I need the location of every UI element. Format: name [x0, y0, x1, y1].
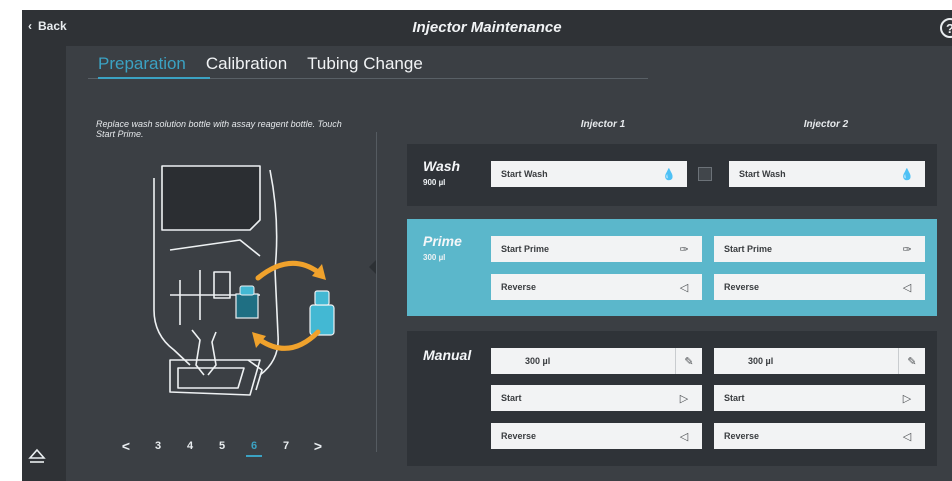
reverse-triangle-icon: ◁: [679, 281, 689, 294]
instruction-text: Replace wash solution bottle with assay …: [96, 119, 342, 139]
prime-volume: 300 µl: [423, 253, 446, 262]
manual-label: Manual: [423, 347, 472, 363]
prime-row: Prime 300 µl Start Prime ✑ Start Prime ✑…: [407, 219, 937, 316]
reverse-prime-2-label: Reverse: [724, 282, 760, 292]
step-pointer: [369, 260, 376, 274]
panel-divider: [376, 132, 377, 452]
page-title: Injector Maintenance: [412, 19, 562, 36]
page-7[interactable]: 7: [270, 440, 302, 452]
link-toggle-icon[interactable]: [698, 167, 712, 181]
page-navigator: < 3 4 5 6 7 >: [110, 438, 334, 457]
manual-volume-injector-2-field[interactable]: 300 µl ✎: [714, 348, 925, 374]
tab-tubing-change[interactable]: Tubing Change: [297, 54, 433, 74]
eject-icon[interactable]: [27, 447, 47, 467]
manual-start-2-label: Start: [724, 393, 745, 403]
tab-active-indicator: [98, 77, 210, 79]
page-5[interactable]: 5: [206, 440, 238, 452]
wash-label: Wash: [423, 158, 461, 174]
manual-volume-2-value: 300 µl: [748, 356, 774, 366]
start-prime-injector-1-button[interactable]: Start Prime ✑: [491, 236, 702, 262]
edit-pencil-icon[interactable]: ✎: [898, 348, 925, 374]
screen: ‹ Back Injector Maintenance ? Preparatio…: [22, 10, 952, 481]
page-4[interactable]: 4: [174, 440, 206, 452]
pipette-icon: ✑: [679, 243, 689, 256]
start-wash-2-label: Start Wash: [739, 169, 786, 179]
injector-2-header: Injector 2: [803, 119, 849, 130]
play-triangle-icon: ▷: [902, 392, 912, 405]
manual-reverse-2-label: Reverse: [724, 431, 760, 441]
drop-icon: 💧: [900, 168, 914, 181]
edit-pencil-icon[interactable]: ✎: [675, 348, 702, 374]
manual-volume-injector-1-field[interactable]: 300 µl ✎: [491, 348, 702, 374]
reverse-prime-1-label: Reverse: [501, 282, 537, 292]
start-wash-injector-2-button[interactable]: Start Wash 💧: [729, 161, 925, 187]
start-wash-1-label: Start Wash: [501, 169, 548, 179]
start-prime-2-label: Start Prime: [724, 244, 773, 254]
start-prime-1-label: Start Prime: [501, 244, 550, 254]
injector-1-header: Injector 1: [580, 119, 626, 130]
start-wash-injector-1-button[interactable]: Start Wash 💧: [491, 161, 687, 187]
prev-page-button[interactable]: <: [110, 438, 142, 454]
manual-reverse-1-label: Reverse: [501, 431, 537, 441]
reverse-triangle-icon: ◁: [679, 430, 689, 443]
manual-reverse-injector-1-button[interactable]: Reverse ◁: [491, 423, 702, 449]
wash-volume: 900 µl: [423, 178, 446, 187]
pipette-icon: ✑: [902, 243, 912, 256]
page-6-current[interactable]: 6: [238, 440, 270, 457]
instrument-illustration: [153, 165, 335, 396]
prime-label: Prime: [423, 233, 462, 249]
reverse-triangle-icon: ◁: [902, 430, 912, 443]
reverse-prime-injector-2-button[interactable]: Reverse ◁: [714, 274, 925, 300]
manual-reverse-injector-2-button[interactable]: Reverse ◁: [714, 423, 925, 449]
left-rail: [22, 46, 66, 481]
next-page-button[interactable]: >: [302, 438, 334, 454]
manual-start-injector-1-button[interactable]: Start ▷: [491, 385, 702, 411]
page-3[interactable]: 3: [142, 440, 174, 452]
manual-volume-1-value: 300 µl: [525, 356, 551, 366]
reverse-triangle-icon: ◁: [902, 281, 912, 294]
drop-icon: 💧: [662, 168, 676, 181]
play-triangle-icon: ▷: [679, 392, 689, 405]
top-bar: ‹ Back Injector Maintenance ?: [22, 10, 952, 46]
tab-calibration[interactable]: Calibration: [196, 54, 297, 74]
manual-row: Manual 300 µl ✎ 300 µl ✎ Start ▷ Start ▷…: [407, 331, 937, 466]
start-prime-injector-2-button[interactable]: Start Prime ✑: [714, 236, 925, 262]
manual-start-injector-2-button[interactable]: Start ▷: [714, 385, 925, 411]
tab-preparation[interactable]: Preparation: [88, 54, 196, 74]
manual-start-1-label: Start: [501, 393, 522, 403]
tab-bar: Preparation Calibration Tubing Change: [88, 54, 433, 74]
wash-row: Wash 900 µl Start Wash 💧 Start Wash 💧: [407, 144, 937, 206]
reverse-prime-injector-1-button[interactable]: Reverse ◁: [491, 274, 702, 300]
